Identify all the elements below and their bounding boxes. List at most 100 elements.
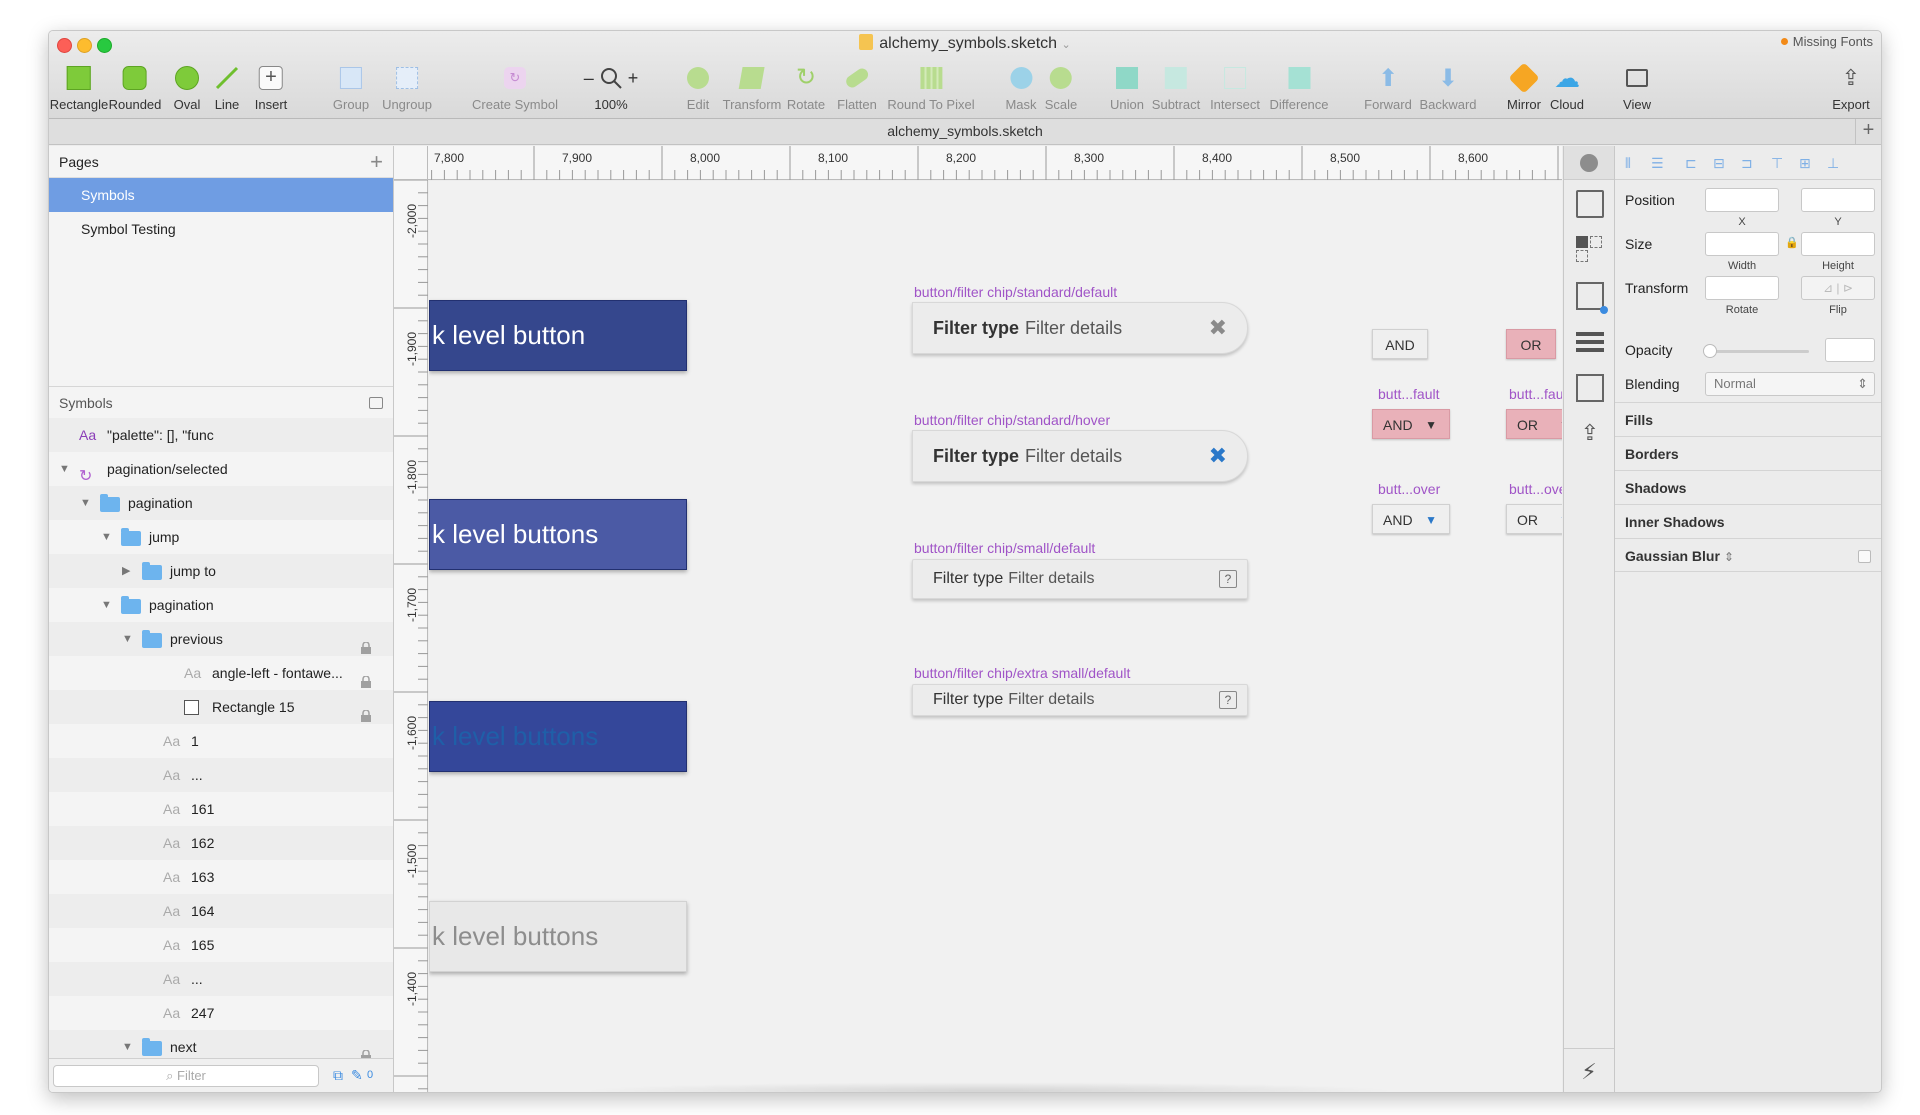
subtract-tool[interactable]: Subtract: [1152, 65, 1200, 112]
symbol-artboard-label[interactable]: button/filter chip/small/default: [914, 540, 1095, 556]
layer-row[interactable]: Aa "palette": [], "func: [49, 418, 393, 452]
scale-tool[interactable]: Scale: [1045, 65, 1077, 112]
create-symbol-tool[interactable]: ↻ Create Symbol: [472, 65, 558, 112]
filter-chip-small-default[interactable]: Filter type Filter details ?: [912, 559, 1248, 599]
ungroup-tool[interactable]: Ungroup: [382, 65, 432, 112]
layer-row[interactable]: ▼ ↻ pagination/selected: [49, 452, 393, 486]
layer-row[interactable]: ▼ pagination: [49, 486, 393, 520]
width-field[interactable]: [1705, 232, 1779, 256]
forward-tool[interactable]: ⬆ Forward: [1364, 65, 1412, 113]
lightning-icon[interactable]: ⚡: [1564, 1048, 1614, 1092]
rotate-tool[interactable]: ↻ Rotate: [787, 65, 825, 113]
symbol-artboard-label[interactable]: butt...fault: [1509, 386, 1562, 402]
layer-row[interactable]: Rectangle 15: [49, 690, 393, 724]
align-middle-icon[interactable]: ⊞: [1799, 155, 1811, 172]
page-item-symbol-testing[interactable]: Symbol Testing: [49, 212, 393, 246]
canvas-symbol-button[interactable]: k level button: [429, 300, 687, 371]
symbol-artboard-label[interactable]: button/filter chip/extra small/default: [914, 665, 1130, 681]
canvas[interactable]: k level button k level buttons k level b…: [429, 181, 1562, 1092]
layer-row[interactable]: Aa 163: [49, 860, 393, 894]
updown-chevron-icon[interactable]: ⇕: [1724, 550, 1734, 564]
intersect-tool[interactable]: Intersect: [1210, 65, 1260, 112]
flip-buttons[interactable]: ⊿ | ⊳: [1801, 276, 1875, 300]
disclosure-closed-icon[interactable]: ▶: [122, 554, 130, 588]
blur-checkbox[interactable]: [1858, 550, 1871, 563]
pie-icon[interactable]: [1564, 146, 1614, 180]
filter-input[interactable]: ⌕ Filter: [53, 1065, 319, 1087]
rectangle-tool[interactable]: Rectangle: [50, 65, 108, 112]
round-to-pixel-tool[interactable]: Round To Pixel: [887, 65, 975, 112]
borders-section[interactable]: Borders: [1615, 436, 1881, 470]
symbol-artboard-label[interactable]: butt...over: [1378, 481, 1440, 497]
collapse-icon[interactable]: [369, 397, 383, 409]
position-y-field[interactable]: [1801, 188, 1875, 212]
lock-icon[interactable]: [361, 1040, 371, 1062]
filter-chip-standard-hover[interactable]: Filter type Filter details ✖: [912, 430, 1248, 482]
lock-icon[interactable]: [361, 700, 371, 722]
group-tool[interactable]: Group: [333, 65, 369, 112]
filter-chip-extra-small-default[interactable]: Filter type Filter details ?: [912, 684, 1248, 716]
blending-select[interactable]: Normal ⇕: [1705, 372, 1875, 396]
inner-shadows-section[interactable]: Inner Shadows: [1615, 504, 1881, 538]
layer-row[interactable]: Aa...: [49, 758, 393, 792]
layer-row[interactable]: ▼ previous: [49, 622, 393, 656]
layer-row[interactable]: Aa 1: [49, 724, 393, 758]
layer-row[interactable]: Aa 247: [49, 996, 393, 1030]
symbol-filter-icon[interactable]: ⧉: [333, 1067, 343, 1084]
symbol-artboard-label[interactable]: button/filter chip/standard/hover: [914, 412, 1110, 428]
new-tab-button[interactable]: +: [1855, 119, 1881, 144]
disclosure-open-icon[interactable]: ▼: [122, 622, 133, 656]
help-icon[interactable]: ?: [1219, 691, 1237, 709]
zoom-control[interactable]: – +100%: [576, 65, 646, 113]
or-dropdown-fault[interactable]: OR ▼: [1506, 409, 1562, 439]
disclosure-open-icon[interactable]: ▼: [80, 486, 91, 520]
mirror-tool[interactable]: Mirror: [1507, 62, 1541, 112]
and-dropdown-fault[interactable]: AND ▼: [1372, 409, 1450, 439]
shadows-section[interactable]: Shadows: [1615, 470, 1881, 504]
edit-tool[interactable]: Edit: [684, 65, 712, 112]
layer-row[interactable]: Aa 164: [49, 894, 393, 928]
add-page-button[interactable]: +: [370, 146, 383, 178]
distribute-h-icon[interactable]: ⫴: [1625, 155, 1631, 172]
align-bottom-icon[interactable]: ⊥: [1827, 155, 1839, 172]
symbol-artboard-label[interactable]: butt...fault: [1378, 386, 1439, 402]
resize-icon[interactable]: [1576, 282, 1608, 314]
brush-icon[interactable]: ✎: [351, 1067, 363, 1084]
export-tool[interactable]: ⇪ Export: [1832, 65, 1870, 112]
layer-row[interactable]: Aa 161: [49, 792, 393, 826]
lock-icon[interactable]: [361, 632, 371, 654]
or-button-default[interactable]: OR: [1506, 329, 1556, 359]
symbol-artboard-label[interactable]: button/filter chip/standard/default: [914, 284, 1117, 300]
disclosure-open-icon[interactable]: ▼: [101, 520, 112, 554]
slider-knob[interactable]: [1703, 344, 1717, 358]
canvas-symbol-button[interactable]: k level buttons: [429, 901, 687, 972]
mask-tool[interactable]: Mask: [1005, 65, 1037, 112]
missing-fonts-badge[interactable]: Missing Fonts: [1780, 34, 1873, 49]
opacity-field[interactable]: [1825, 338, 1875, 362]
layer-row[interactable]: Aa angle-left - fontawe...: [49, 656, 393, 690]
align-left-icon[interactable]: ⊏: [1685, 155, 1697, 172]
close-icon[interactable]: ✖: [1209, 431, 1227, 481]
layer-row[interactable]: Aa...: [49, 962, 393, 996]
oval-tool[interactable]: Oval: [173, 65, 201, 112]
difference-tool[interactable]: Difference: [1269, 65, 1329, 112]
help-icon[interactable]: ?: [1219, 570, 1237, 588]
add-image-icon[interactable]: [1576, 374, 1604, 402]
vertical-ruler[interactable]: -2,000 -1,900 -1,800 -1,700 -1,600 -1,50…: [394, 180, 428, 1092]
layer-row[interactable]: Aa 165: [49, 928, 393, 962]
stack-icon[interactable]: [1576, 328, 1604, 356]
union-tool[interactable]: Union: [1110, 65, 1144, 112]
layer-row[interactable]: ▶ jump to: [49, 554, 393, 588]
align-center-icon[interactable]: ⊟: [1713, 155, 1725, 172]
opacity-slider[interactable]: [1703, 344, 1809, 358]
filter-chip-standard-default[interactable]: Filter type Filter details ✖: [912, 302, 1248, 354]
symbol-artboard-label[interactable]: butt...over: [1509, 481, 1562, 497]
layout-icon[interactable]: [1576, 236, 1604, 264]
document-tab[interactable]: alchemy_symbols.sketch: [887, 123, 1043, 139]
distribute-v-icon[interactable]: ☰: [1651, 155, 1664, 172]
and-button-default[interactable]: AND: [1372, 329, 1428, 359]
or-dropdown-hover[interactable]: OR ▼: [1506, 504, 1562, 534]
and-dropdown-hover[interactable]: AND ▼: [1372, 504, 1450, 534]
backward-tool[interactable]: ⬇ Backward: [1419, 65, 1476, 113]
horizontal-ruler[interactable]: 7,800 7,900 8,000 8,100 8,200 8,300 8,40…: [394, 146, 1562, 180]
